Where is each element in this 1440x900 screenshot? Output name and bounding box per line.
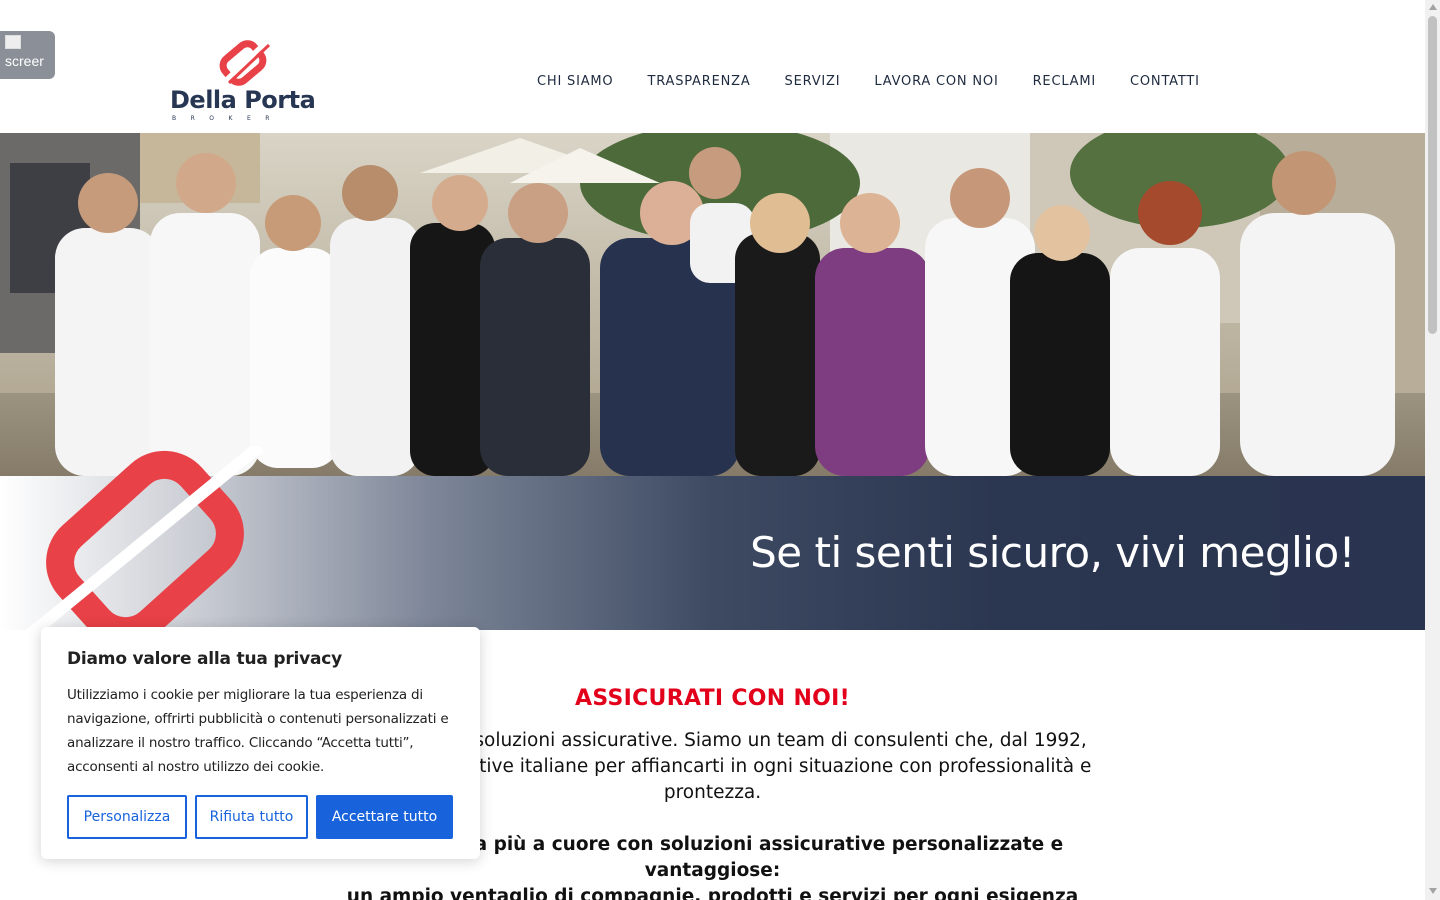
team-photo-illustration — [0, 133, 1425, 476]
cookie-buttons: Personalizza Rifiuta tutto Accettare tut… — [67, 795, 453, 839]
brand-mark-large-icon — [10, 446, 264, 656]
nav-item-trasparenza[interactable]: TRASPARENZA — [647, 74, 750, 89]
logo-mark-icon — [219, 40, 271, 86]
accept-all-button[interactable]: Accettare tutto — [316, 795, 453, 839]
cookie-description: Utilizziamo i cookie per migliorare la t… — [67, 687, 449, 775]
reject-all-button[interactable]: Rifiuta tutto — [195, 795, 308, 839]
scroll-down-arrow-icon[interactable] — [1429, 888, 1437, 894]
nav-item-chi-siamo[interactable]: CHI SIAMO — [537, 74, 613, 89]
nav-item-lavora-con-noi[interactable]: LAVORA CON NOI — [874, 74, 998, 89]
customize-button[interactable]: Personalizza — [67, 795, 187, 839]
highlight-line: un ampio ventaglio di compagnie, prodott… — [346, 886, 1079, 900]
broken-image-alt-text: screer — [5, 53, 44, 69]
hero-slogan: Se ti senti sicuro, vivi meglio! — [750, 528, 1355, 577]
broken-image-placeholder: screer — [0, 31, 55, 79]
page-scrollbar[interactable] — [1425, 0, 1440, 900]
hero-team-photo — [0, 133, 1425, 476]
della-porta-logo[interactable]: Della Porta BROKER — [170, 40, 316, 124]
cookie-title: Diamo valore alla tua privacy — [67, 649, 343, 669]
cookie-consent-banner: Diamo valore alla tua privacy Utilizziam… — [41, 627, 480, 859]
scroll-up-arrow-icon[interactable] — [1429, 4, 1437, 10]
nav-item-servizi[interactable]: SERVIZI — [785, 74, 841, 89]
scrollbar-thumb[interactable] — [1428, 16, 1437, 334]
site-header: Della Porta BROKER CHI SIAMO TRASPARENZA… — [0, 0, 1425, 133]
highlight-line: vantaggiose: — [644, 860, 781, 881]
broken-image-icon — [5, 35, 21, 49]
nav-item-reclami[interactable]: RECLAMI — [1033, 74, 1096, 89]
nav-item-contatti[interactable]: CONTATTI — [1130, 74, 1200, 89]
main-navigation: CHI SIAMO TRASPARENZA SERVIZI LAVORA CON… — [537, 74, 1200, 89]
logo-tagline: BROKER — [172, 115, 284, 122]
logo-wordmark: Della Porta — [170, 86, 316, 114]
